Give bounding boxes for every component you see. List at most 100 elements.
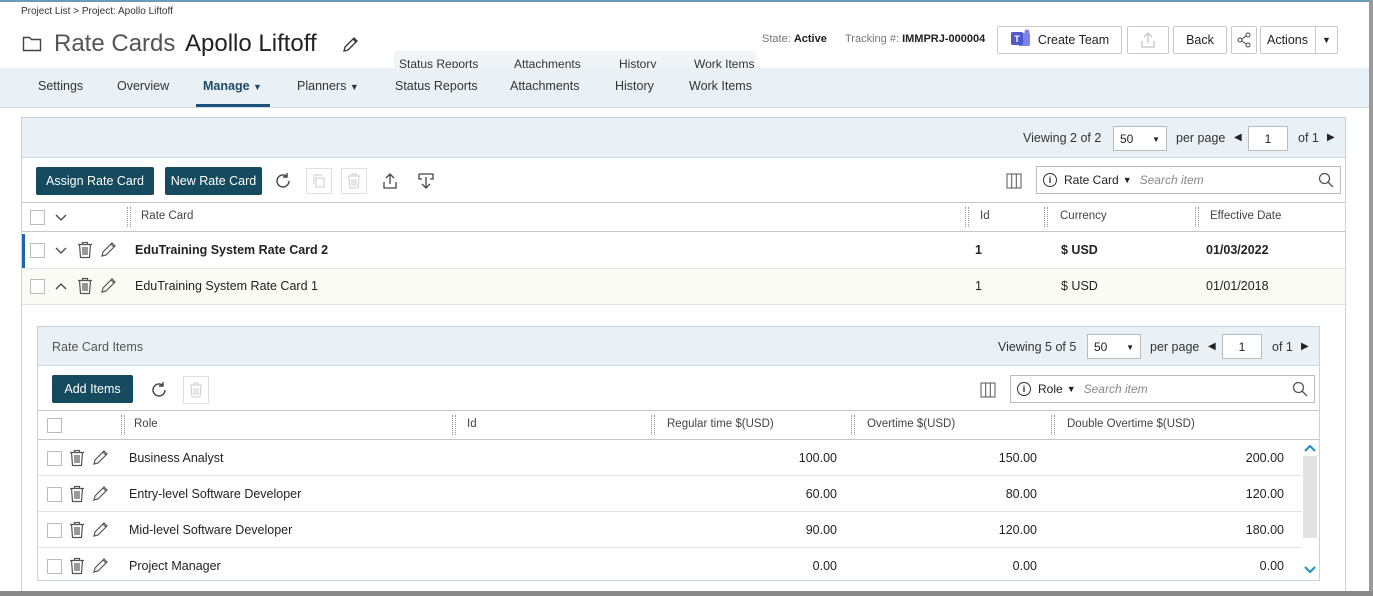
trash-icon[interactable]: [69, 557, 85, 578]
caret-down-icon: ▼: [349, 82, 359, 92]
column-grip[interactable]: [965, 207, 969, 227]
tab-history[interactable]: History: [615, 79, 654, 93]
role-name[interactable]: Project Manager: [129, 559, 221, 573]
new-rate-card-button[interactable]: New Rate Card: [165, 167, 262, 195]
next-page-icon[interactable]: ▶: [1327, 132, 1335, 143]
scroll-up-icon[interactable]: [1303, 442, 1317, 457]
role-name[interactable]: Business Analyst: [129, 451, 224, 465]
row-checkbox[interactable]: [47, 487, 62, 502]
columns-icon[interactable]: [1001, 168, 1027, 194]
items-page-number-input[interactable]: 1: [1222, 334, 1262, 359]
select-all-checkbox[interactable]: [47, 418, 62, 433]
create-team-button[interactable]: T Create Team: [997, 26, 1122, 54]
items-search[interactable]: i Role ▼ Search item: [1010, 375, 1315, 403]
chevron-down-icon[interactable]: [54, 243, 68, 260]
import-icon[interactable]: [413, 168, 439, 194]
col-overtime[interactable]: Overtime $(USD): [867, 418, 955, 430]
col-id[interactable]: Id: [467, 418, 477, 430]
column-grip[interactable]: [452, 415, 456, 435]
trash-icon[interactable]: [77, 277, 93, 298]
prev-page-icon[interactable]: ◀: [1208, 341, 1216, 352]
tab-attachments[interactable]: Attachments: [510, 79, 579, 93]
back-button[interactable]: Back: [1173, 26, 1227, 54]
col-id[interactable]: Id: [980, 210, 990, 222]
column-grip[interactable]: [651, 415, 655, 435]
pencil-icon[interactable]: [92, 485, 109, 505]
search-icon[interactable]: [1318, 172, 1334, 191]
chevron-up-icon[interactable]: [54, 279, 68, 296]
tab-status-reports[interactable]: Status Reports: [395, 79, 478, 93]
delete-icon[interactable]: [341, 168, 367, 194]
rate-card-name[interactable]: EduTraining System Rate Card 1: [135, 279, 318, 293]
pencil-icon[interactable]: [92, 557, 109, 577]
edit-title-pencil-icon[interactable]: [341, 36, 359, 57]
share-button[interactable]: [1231, 26, 1257, 54]
select-all-checkbox[interactable]: [30, 210, 45, 225]
pencil-icon[interactable]: [100, 277, 117, 297]
viewing-count: Viewing 2 of 2: [1023, 131, 1101, 145]
col-role[interactable]: Role: [134, 418, 158, 430]
row-checkbox[interactable]: [30, 279, 45, 294]
assign-rate-card-button[interactable]: Assign Rate Card: [36, 167, 154, 195]
row-checkbox[interactable]: [47, 523, 62, 538]
tab-manage[interactable]: Manage ▼: [203, 79, 262, 93]
trash-icon[interactable]: [77, 241, 93, 262]
role-name[interactable]: Entry-level Software Developer: [129, 487, 301, 501]
role-name[interactable]: Mid-level Software Developer: [129, 523, 292, 537]
trash-icon[interactable]: [69, 485, 85, 506]
refresh-icon[interactable]: [146, 377, 172, 403]
per-page-select[interactable]: 50 ▼: [1113, 126, 1167, 151]
column-grip[interactable]: [127, 207, 131, 227]
pencil-icon[interactable]: [92, 521, 109, 541]
info-icon[interactable]: i: [1043, 173, 1057, 187]
column-grip[interactable]: [121, 415, 125, 435]
search-field-selector[interactable]: Rate Card: [1064, 173, 1119, 187]
actions-button[interactable]: Actions ▼: [1260, 26, 1338, 54]
page-number-input[interactable]: 1: [1248, 126, 1288, 151]
prev-page-icon[interactable]: ◀: [1234, 132, 1242, 143]
col-currency[interactable]: Currency: [1060, 210, 1107, 222]
col-rate-card[interactable]: Rate Card: [141, 210, 193, 222]
row-checkbox[interactable]: [47, 451, 62, 466]
export-button[interactable]: [1127, 26, 1169, 54]
next-page-icon[interactable]: ▶: [1301, 341, 1309, 352]
refresh-icon[interactable]: [270, 168, 296, 194]
columns-icon[interactable]: [975, 377, 1001, 403]
trash-icon[interactable]: [69, 449, 85, 470]
trash-icon[interactable]: [69, 521, 85, 542]
delete-icon[interactable]: [183, 376, 209, 404]
search-input[interactable]: Search item: [1140, 173, 1204, 187]
expand-all-icon[interactable]: [54, 210, 68, 227]
column-grip[interactable]: [851, 415, 855, 435]
col-double-overtime[interactable]: Double Overtime $(USD): [1067, 418, 1195, 430]
add-items-button[interactable]: Add Items: [52, 375, 133, 403]
scroll-down-icon[interactable]: [1303, 564, 1317, 579]
chevron-down-icon[interactable]: ▼: [1315, 27, 1337, 53]
breadcrumb[interactable]: Project List > Project: Apollo Liftoff: [21, 6, 173, 17]
search-icon[interactable]: [1292, 381, 1308, 400]
rate-card-search[interactable]: i Rate Card ▼ Search item: [1036, 166, 1341, 194]
chevron-down-icon[interactable]: ▼: [1123, 175, 1132, 185]
row-checkbox[interactable]: [47, 559, 62, 574]
pencil-icon[interactable]: [92, 449, 109, 469]
tab-work-items[interactable]: Work Items: [689, 79, 752, 93]
export-icon[interactable]: [377, 168, 403, 194]
search-field-selector[interactable]: Role: [1038, 382, 1063, 396]
copy-icon[interactable]: [306, 168, 332, 194]
column-grip[interactable]: [1051, 415, 1055, 435]
col-regular-time[interactable]: Regular time $(USD): [667, 418, 774, 430]
items-per-page-select[interactable]: 50 ▼: [1087, 334, 1141, 359]
pencil-icon[interactable]: [100, 241, 117, 261]
row-checkbox[interactable]: [30, 243, 45, 258]
column-grip[interactable]: [1195, 207, 1199, 227]
column-grip[interactable]: [1044, 207, 1048, 227]
scrollbar-thumb[interactable]: [1303, 456, 1317, 538]
search-input[interactable]: Search item: [1084, 382, 1148, 396]
chevron-down-icon[interactable]: ▼: [1067, 384, 1076, 394]
tab-overview[interactable]: Overview: [117, 79, 169, 93]
tab-planners[interactable]: Planners ▼: [297, 79, 359, 93]
col-effective-date[interactable]: Effective Date: [1210, 210, 1281, 222]
info-icon[interactable]: i: [1017, 382, 1031, 396]
rate-card-name[interactable]: EduTraining System Rate Card 2: [135, 243, 328, 257]
tab-settings[interactable]: Settings: [38, 79, 83, 93]
